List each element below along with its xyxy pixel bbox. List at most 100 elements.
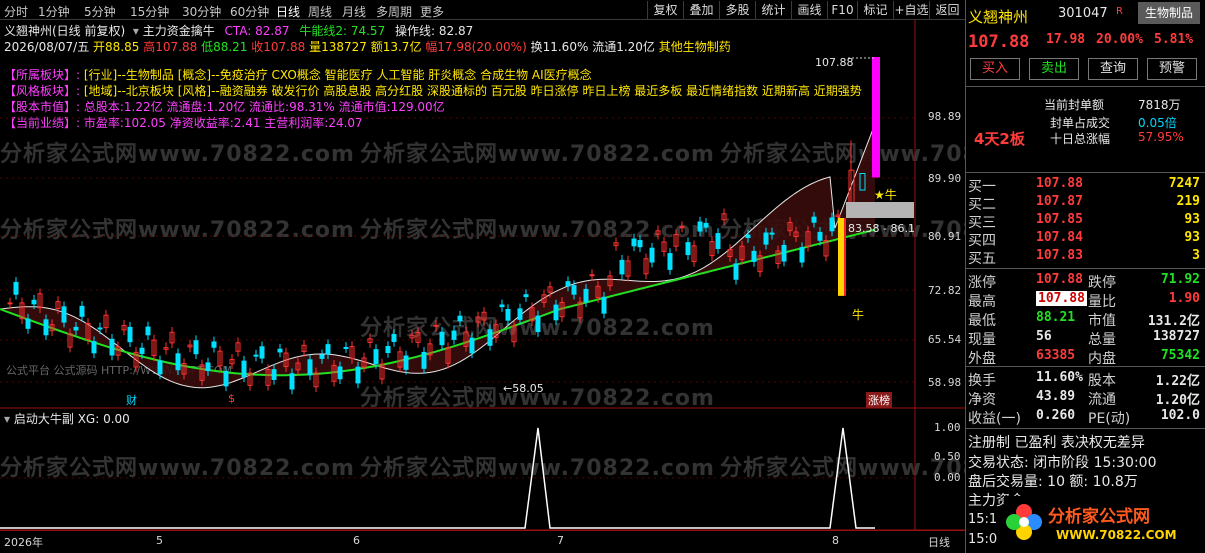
y-tick: 72.82 <box>928 284 962 297</box>
candle-body <box>91 341 97 354</box>
period-1min[interactable]: 1分钟 <box>38 3 70 20</box>
bid-row: 买二 107.87 219 <box>966 194 1205 213</box>
y-tick: 58.98 <box>928 376 962 389</box>
logo-url: WWW.70822.COM <box>1056 528 1177 542</box>
stat-label: 内盘 <box>1088 351 1116 367</box>
candle-body <box>205 362 211 372</box>
seal-ratio-label: 封单占成交 <box>1050 116 1111 130</box>
query-button[interactable]: 查询 <box>1088 58 1138 80</box>
bid-label: 买三 <box>968 215 996 231</box>
bid-volume: 219 <box>1176 194 1200 209</box>
sell-button[interactable]: 卖出 <box>1029 58 1079 80</box>
after-hours-line: 盘后交易量: 10 额: 10.8万 <box>968 474 1138 490</box>
diejia-button[interactable]: 叠加 <box>683 1 719 19</box>
fin-value: 43.89 <box>1036 389 1076 404</box>
bull-star-marker: ★牛 <box>874 188 897 202</box>
stat-value: 107.88 <box>1036 291 1087 306</box>
bid-label: 买一 <box>968 179 996 195</box>
candle-body <box>469 337 475 354</box>
stat-row: 涨停 107.88 跌停 71.92 <box>966 272 1205 291</box>
candle-body <box>733 263 739 280</box>
bid-volume: 93 <box>1184 212 1200 227</box>
y-tick: 80.91 <box>928 230 962 243</box>
candle-body <box>109 338 115 356</box>
stat-label: 涨停 <box>968 275 996 291</box>
bid-label: 买五 <box>968 251 996 267</box>
stat-value: 63385 <box>1036 348 1076 363</box>
sector-tag[interactable]: 生物制品 <box>1138 2 1200 24</box>
fin-row: 收益(一) 0.260 PE(动) 102.0 <box>966 408 1205 427</box>
candle-body <box>697 221 703 232</box>
add-watchlist-button[interactable]: +自选 <box>893 1 929 19</box>
buy-button[interactable]: 买入 <box>970 58 1020 80</box>
fin-value: 1.20亿 <box>1155 393 1200 408</box>
fin-row: 净资 43.89 流通 1.20亿 <box>966 389 1205 408</box>
candle-body <box>505 308 511 321</box>
sub-indicator-dropdown-icon[interactable]: ▾ <box>4 412 14 426</box>
candle-body <box>319 354 325 359</box>
stat-value: 131.2亿 <box>1147 314 1200 329</box>
fin-value: 11.60% <box>1036 370 1083 385</box>
sub-y-tick: 1.00 <box>934 421 961 434</box>
period-daily[interactable]: 日线 <box>276 3 300 20</box>
period-label[interactable]: 日线 <box>928 534 950 550</box>
period-fenshi[interactable]: 分时 <box>4 3 28 20</box>
stat-label: 跌停 <box>1088 275 1116 291</box>
candle-body <box>277 348 283 353</box>
sub-indicator-name: 启动大牛副 <box>13 412 74 426</box>
x-tick: 8 <box>832 534 839 547</box>
alert-button[interactable]: 预警 <box>1147 58 1197 80</box>
huaxian-button[interactable]: 画线 <box>791 1 827 19</box>
ten-day-label: 十日总涨幅 <box>1050 132 1111 146</box>
bid-price: 107.84 <box>1036 230 1083 245</box>
candle-body <box>439 331 445 346</box>
logo-text: 分析家公式网 <box>1048 507 1150 527</box>
period-5min[interactable]: 5分钟 <box>84 3 116 20</box>
candle-body <box>391 334 397 342</box>
period-15min[interactable]: 15分钟 <box>130 3 169 20</box>
bid-price: 107.83 <box>1036 248 1083 263</box>
bid-price: 107.85 <box>1036 212 1083 227</box>
sub-y-tick: 0.50 <box>934 450 961 463</box>
candle-body <box>811 216 817 223</box>
candle-body <box>799 247 805 263</box>
candle-body <box>211 341 217 348</box>
candle-body <box>637 240 643 248</box>
candle-body <box>535 315 541 333</box>
period-weekly[interactable]: 周线 <box>308 3 332 20</box>
stat-value: 75342 <box>1160 348 1200 363</box>
x-tick: 7 <box>557 534 564 547</box>
candle-body <box>589 274 595 277</box>
candle-body <box>457 315 463 322</box>
back-button[interactable]: 返回 <box>929 1 965 19</box>
candle-body <box>553 304 559 321</box>
period-30min[interactable]: 30分钟 <box>182 3 221 20</box>
candle-body <box>565 281 571 287</box>
biaoji-button[interactable]: 标记 <box>857 1 893 19</box>
tongji-button[interactable]: 统计 <box>755 1 791 19</box>
period-monthly[interactable]: 月线 <box>342 3 366 20</box>
candle-body <box>127 326 133 343</box>
bid-label: 买四 <box>968 233 996 249</box>
stat-label: 总量 <box>1088 332 1116 348</box>
stat-label: 市值 <box>1088 313 1116 329</box>
duogu-button[interactable]: 多股 <box>719 1 755 19</box>
candle-body <box>325 344 331 355</box>
fuquan-button[interactable]: 复权 <box>647 1 683 19</box>
fin-value: 0.260 <box>1036 408 1076 423</box>
x-tick: 5 <box>156 534 163 547</box>
signal-bar-magenta <box>872 57 880 178</box>
candle-body <box>487 329 493 346</box>
bid-row: 买一 107.88 7247 <box>966 176 1205 195</box>
sector-pct: 5.81% <box>1154 32 1194 47</box>
candle-body <box>223 371 229 387</box>
period-multi[interactable]: 多周期 <box>376 3 412 20</box>
f10-button[interactable]: F10 <box>827 1 857 19</box>
price-change: 17.98 <box>1046 32 1086 47</box>
y-tick: 89.90 <box>928 172 962 185</box>
bid-row: 买四 107.84 93 <box>966 230 1205 249</box>
period-60min[interactable]: 60分钟 <box>230 3 269 20</box>
kline-chart[interactable]: 义翘神州(日线 前复权) ▾ 主力资金擒牛 CTA: 82.87 牛能线2: 7… <box>0 20 1074 530</box>
reg-line: 注册制 已盈利 表决权无差异 <box>968 435 1145 451</box>
period-more[interactable]: 更多 <box>420 3 444 20</box>
